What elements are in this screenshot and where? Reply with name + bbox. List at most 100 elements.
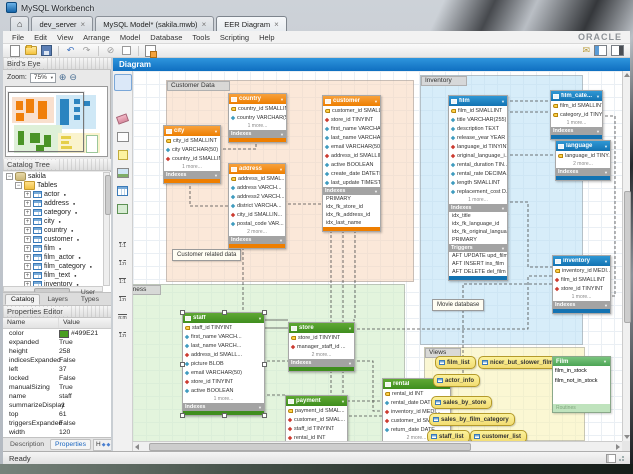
er-table-header[interactable]: language▼ <box>556 141 610 151</box>
mail-icon[interactable]: ✉ <box>582 45 590 56</box>
section-indexes[interactable]: Indexes▼ <box>323 187 380 195</box>
er-column[interactable]: store_id TINYINT <box>323 115 380 124</box>
view-film_list[interactable]: film_list <box>435 356 476 369</box>
er-column[interactable]: release_year YEAR <box>449 133 507 142</box>
property-row-width[interactable]: width120 <box>3 428 111 437</box>
close-icon[interactable]: × <box>81 20 86 29</box>
collapse-arrow-icon[interactable]: ▼ <box>348 326 352 331</box>
tree-item-sakila[interactable]: −sakila <box>3 172 111 181</box>
section-item[interactable]: AFT INSERT ins_film <box>449 260 507 268</box>
section-item[interactable]: idx_title <box>449 212 507 220</box>
expand-icon[interactable]: + <box>24 263 31 270</box>
tree-item-film[interactable]: +film● <box>3 244 111 253</box>
section-item[interactable]: idx_fk_address_id <box>323 211 380 219</box>
collapse-arrow-icon[interactable]: ▼ <box>374 189 378 194</box>
collapse-arrow-icon[interactable]: ▼ <box>604 170 608 175</box>
more-columns[interactable]: 1 more... <box>449 196 507 204</box>
er-column[interactable]: picture BLOB <box>183 359 264 368</box>
rel-1n-existing[interactable]: 1:n <box>114 326 132 343</box>
diagram-canvas[interactable]: Customer DataInventoryBusinessViews <box>133 71 622 441</box>
view-sales_by_store[interactable]: sales_by_store <box>431 396 492 409</box>
section-item[interactable]: AFT UPDATE upd_film <box>449 252 507 260</box>
er-column[interactable]: address2 VARCH... <box>229 192 285 201</box>
expand-icon[interactable]: + <box>24 272 31 279</box>
property-row-expanded[interactable]: expandedTrue <box>3 338 111 347</box>
tree-item-film_text[interactable]: +film_text● <box>3 271 111 280</box>
er-column[interactable]: staff_id TINYINT <box>183 323 264 332</box>
er-table-staff[interactable]: staff▼staff_id TINYINTfirst_name VARCH..… <box>182 312 265 416</box>
collapse-arrow-icon[interactable]: ▼ <box>348 361 352 366</box>
er-table-header[interactable]: payment▼ <box>286 396 347 406</box>
routine-group-tool[interactable] <box>114 218 132 235</box>
collapse-arrow-icon[interactable]: ▼ <box>501 99 505 104</box>
er-table-header[interactable]: inventory▼ <box>553 256 610 266</box>
er-column[interactable]: rental_duration TIN... <box>449 160 507 169</box>
section-item[interactable]: idx_fk_original_langua... <box>449 228 507 236</box>
er-table-header[interactable]: store▼ <box>289 323 354 333</box>
expand-icon[interactable]: + <box>24 236 31 243</box>
save-model-button[interactable] <box>40 45 53 56</box>
rel-11-identifying[interactable]: 1:1 <box>114 272 132 289</box>
view-tool[interactable] <box>114 200 132 217</box>
section-item[interactable]: idx_last_name <box>323 219 380 227</box>
expand-icon[interactable]: + <box>24 254 31 261</box>
more-columns[interactable]: 1 more... <box>164 163 220 171</box>
scroll-right-icon[interactable] <box>616 444 620 450</box>
tree-item-Tables[interactable]: −Tables <box>3 181 111 190</box>
er-column[interactable]: country_id SMALLINT <box>164 154 220 163</box>
rel-11-non-identifying[interactable]: 1:1 <box>114 236 132 253</box>
tree-item-address[interactable]: +address● <box>3 199 111 208</box>
er-column[interactable]: active BOOLEAN <box>183 386 264 395</box>
er-column[interactable]: email VARCHAR(50) <box>183 368 264 377</box>
collapse-arrow-icon[interactable]: ▼ <box>280 97 284 102</box>
er-column[interactable]: category_id TINY... <box>551 110 602 119</box>
er-column[interactable]: film_id SMALLINT <box>553 275 610 284</box>
tab-dev-server[interactable]: dev_server × <box>31 16 93 31</box>
section-indexes[interactable]: Indexes▼ <box>183 403 264 411</box>
tree-vertical-scrollbar[interactable] <box>103 172 110 286</box>
er-column[interactable]: original_language_i... <box>449 151 507 160</box>
expand-icon[interactable]: + <box>24 200 31 207</box>
er-table-header[interactable]: film▼ <box>449 96 507 106</box>
more-columns[interactable]: 2 more... <box>229 228 285 236</box>
rel-nm-identifying[interactable]: n:m <box>114 308 132 325</box>
nav-forward-icon[interactable]: ◆ <box>107 442 111 448</box>
view-sales_by_film_category[interactable]: sales_by_film_category <box>429 413 515 426</box>
er-column[interactable]: rental_id INT <box>286 433 347 441</box>
er-column[interactable]: language_id TINYINT <box>449 142 507 151</box>
er-column[interactable]: store_id TINYINT <box>289 333 354 342</box>
collapse-arrow-icon[interactable]: ▼ <box>258 316 262 321</box>
tree-item-film_actor[interactable]: +film_actor● <box>3 253 111 262</box>
er-table-country[interactable]: country▼country_id SMALLINTcountry VARCH… <box>228 93 287 143</box>
er-column[interactable]: postal_code VAR... <box>229 219 285 228</box>
collapse-arrow-icon[interactable]: ▼ <box>604 259 608 264</box>
collapse-icon[interactable]: − <box>15 182 22 189</box>
collapse-arrow-icon[interactable]: ▼ <box>279 167 283 172</box>
er-column[interactable]: customer_id SMALLI... <box>323 106 380 115</box>
er-table-payment[interactable]: payment▼payment_id SMAL...customer_id SM… <box>285 395 348 441</box>
er-table-film_cate...[interactable]: film_cate...▼film_id SMALLINTcategory_id… <box>550 90 603 140</box>
er-table-header[interactable]: customer▼ <box>323 96 380 106</box>
er-table-header[interactable]: film_cate...▼ <box>551 91 602 101</box>
property-row-height[interactable]: height258 <box>3 347 111 356</box>
more-columns[interactable]: 1 more... <box>183 395 264 403</box>
routine-film_in_stock[interactable]: film_in_stock <box>553 366 610 376</box>
section-item[interactable]: PRIMARY <box>449 236 507 244</box>
er-table-header[interactable]: city▼ <box>164 126 220 136</box>
er-column[interactable]: replacement_cost D... <box>449 187 507 196</box>
er-column[interactable]: film_id SMALLINT <box>449 106 507 115</box>
er-column[interactable]: first_name VARCHA... <box>323 124 380 133</box>
collapse-icon[interactable]: − <box>6 173 13 180</box>
menu-model[interactable]: Model <box>115 33 145 42</box>
section-item[interactable]: AFT DELETE del_film <box>449 268 507 276</box>
menu-scripting[interactable]: Scripting <box>215 33 254 42</box>
er-column[interactable]: store_id TINYINT <box>553 284 610 293</box>
selection-handle[interactable] <box>222 413 227 418</box>
menu-edit[interactable]: Edit <box>29 33 52 42</box>
diagram-note[interactable]: Movie database <box>432 299 484 311</box>
property-row-manualSizing[interactable]: manualSizingTrue <box>3 383 111 392</box>
er-column[interactable]: inventory_id MEDI... <box>553 266 610 275</box>
er-table-language[interactable]: language▼language_id TINY...2 more...Ind… <box>555 140 611 181</box>
er-column[interactable]: payment_id SMAL... <box>286 406 347 415</box>
er-table-inventory[interactable]: inventory▼inventory_id MEDI...film_id SM… <box>552 255 611 314</box>
